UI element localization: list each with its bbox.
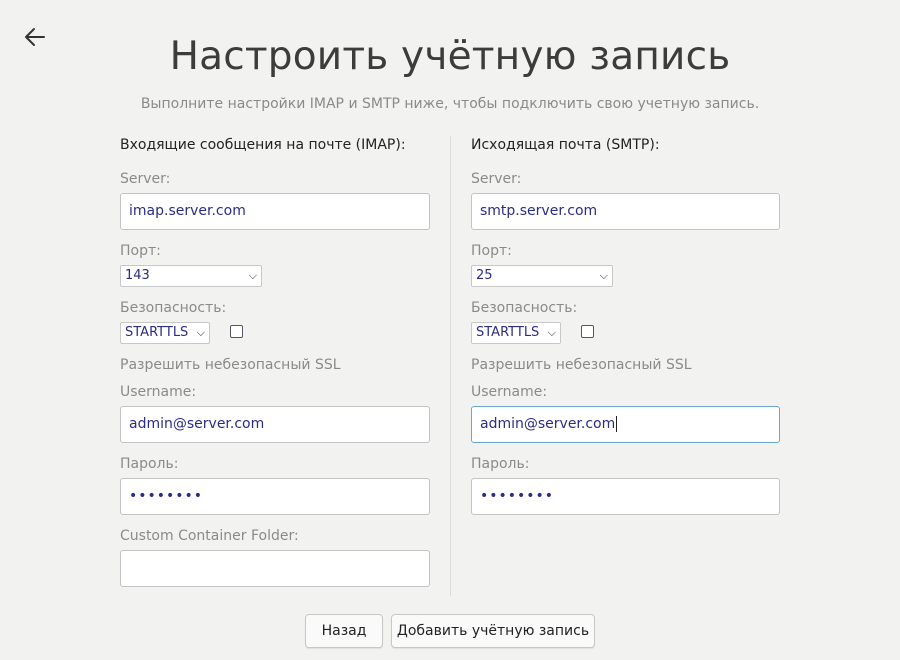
imap-password-input[interactable]: ••••••••: [120, 478, 430, 515]
imap-container-label: Custom Container Folder:: [120, 528, 299, 544]
imap-security-select[interactable]: STARTTLS ⌵: [120, 322, 210, 344]
smtp-port-value: 25: [476, 268, 493, 283]
text-caret: [616, 416, 618, 432]
smtp-username-input[interactable]: admin@server.com: [471, 406, 780, 443]
page-title: Настроить учётную запись: [169, 34, 731, 79]
page-subtitle: Выполните настройки IMAP и SMTP ниже, чт…: [140, 96, 760, 112]
column-divider: [450, 136, 451, 596]
smtp-section-title: Исходящая почта (SMTP):: [471, 137, 660, 153]
smtp-port-label: Порт:: [471, 243, 512, 259]
imap-section-title: Входящие сообщения на почте (IMAP):: [120, 137, 406, 153]
chevron-down-icon: ⌵: [547, 326, 556, 339]
imap-username-input[interactable]: admin@server.com: [120, 406, 430, 443]
smtp-username-value: admin@server.com: [480, 416, 616, 432]
chevron-down-icon: ⌵: [248, 269, 257, 282]
imap-security-label: Безопасность:: [120, 300, 227, 316]
imap-username-label: Username:: [120, 384, 197, 400]
imap-allow-insecure-checkbox[interactable]: [230, 325, 243, 338]
smtp-server-label: Server:: [471, 171, 522, 187]
smtp-security-select[interactable]: STARTTLS ⌵: [471, 322, 561, 344]
chevron-down-icon: ⌵: [599, 269, 608, 282]
smtp-security-value: STARTTLS: [476, 325, 540, 340]
imap-container-input[interactable]: [120, 550, 430, 587]
imap-server-input[interactable]: imap.server.com: [120, 193, 430, 230]
chevron-down-icon: ⌵: [196, 326, 205, 339]
smtp-username-label: Username:: [471, 384, 548, 400]
smtp-section: Исходящая почта (SMTP): Server: smtp.ser…: [471, 136, 781, 515]
imap-security-value: STARTTLS: [125, 325, 189, 340]
smtp-allow-insecure-checkbox[interactable]: [581, 325, 594, 338]
add-account-button[interactable]: Добавить учётную запись: [391, 614, 595, 648]
smtp-port-select[interactable]: 25 ⌵: [471, 265, 613, 287]
imap-server-label: Server:: [120, 171, 171, 187]
back-button[interactable]: Назад: [305, 614, 383, 648]
smtp-password-input[interactable]: ••••••••: [471, 478, 780, 515]
imap-port-value: 143: [125, 268, 150, 283]
smtp-security-label: Безопасность:: [471, 300, 578, 316]
imap-allow-insecure-label: Разрешить небезопасный SSL: [120, 357, 341, 373]
imap-section: Входящие сообщения на почте (IMAP): Serv…: [120, 136, 430, 587]
smtp-server-input[interactable]: smtp.server.com: [471, 193, 780, 230]
imap-port-select[interactable]: 143 ⌵: [120, 265, 262, 287]
smtp-password-label: Пароль:: [471, 456, 530, 472]
imap-password-label: Пароль:: [120, 456, 179, 472]
smtp-allow-insecure-label: Разрешить небезопасный SSL: [471, 357, 692, 373]
imap-port-label: Порт:: [120, 243, 161, 259]
